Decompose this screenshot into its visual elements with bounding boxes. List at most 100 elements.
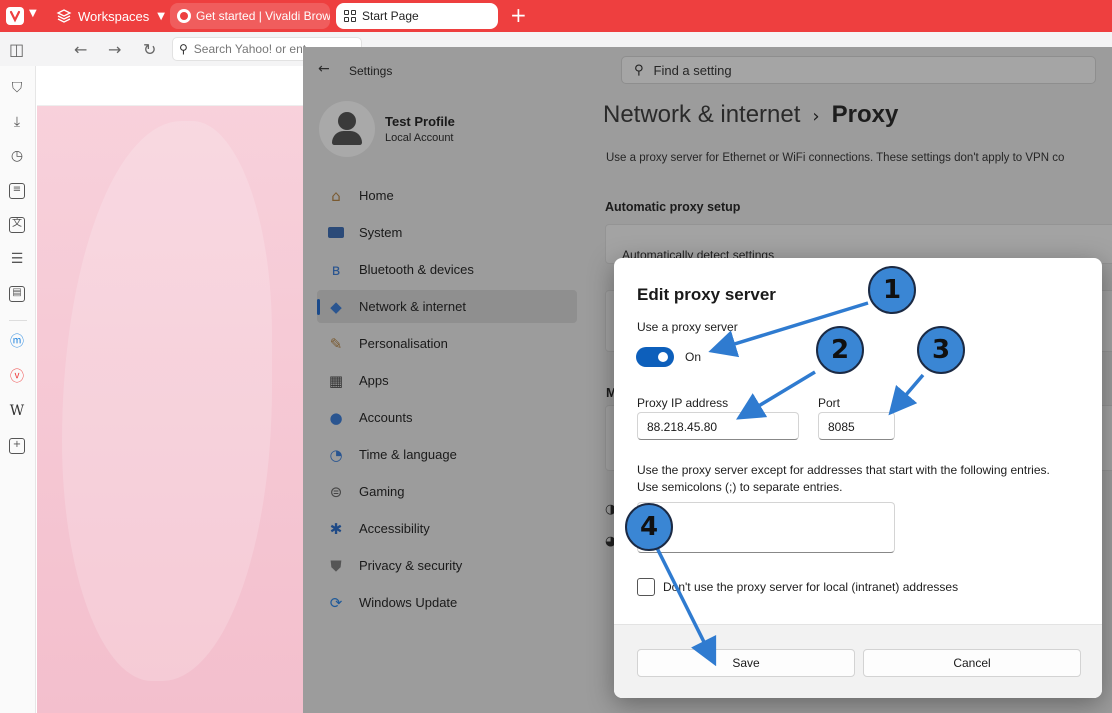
nav-item-windows-update[interactable]: ⟳ Windows Update	[317, 586, 577, 619]
monitor-icon	[327, 224, 345, 242]
exceptions-input[interactable]	[637, 502, 895, 553]
reader-icon[interactable]: ▤	[9, 286, 25, 302]
bluetooth-icon: ʙ	[331, 260, 341, 279]
start-page-icon	[344, 10, 356, 22]
nav-label: Privacy & security	[359, 558, 463, 573]
clock-globe-icon: ◔	[329, 445, 343, 464]
workspaces-icon	[56, 9, 72, 23]
back-icon[interactable]: ←	[74, 40, 87, 59]
tab-label: Start Page	[362, 9, 419, 23]
nav-item-accessibility[interactable]: ✱ Accessibility	[317, 512, 577, 545]
nav-label: Personalisation	[359, 336, 448, 351]
exceptions-description-2: Use semicolons (;) to separate entries.	[637, 480, 843, 494]
history-icon[interactable]: ◷	[9, 148, 25, 164]
vivaldi-web-panel-icon[interactable]: ⓥ	[9, 369, 25, 385]
cancel-button[interactable]: Cancel	[863, 649, 1081, 677]
page-description: Use a proxy server for Ethernet or WiFi …	[606, 152, 1065, 164]
dialog-title: Edit proxy server	[637, 285, 776, 304]
page-title: Proxy	[831, 101, 899, 128]
tab-get-started[interactable]: Get started | Vivaldi Browser	[170, 3, 330, 29]
annotation-badge-2: 2	[816, 326, 864, 374]
profile-card[interactable]: Test Profile Local Account	[319, 101, 455, 157]
tab-start-page[interactable]: Start Page	[336, 3, 498, 29]
tab-label: Get started | Vivaldi Browser	[196, 9, 330, 23]
nav-item-network[interactable]: ◆ Network & internet	[317, 290, 577, 323]
local-addresses-checkbox[interactable]	[637, 578, 655, 596]
save-button[interactable]: Save	[637, 649, 855, 677]
brush-icon: ✎	[329, 334, 343, 353]
dialog-footer: Save Cancel	[614, 624, 1102, 698]
avatar	[319, 101, 375, 157]
profile-type: Local Account	[385, 132, 454, 144]
bookmarks-icon[interactable]: ⛉	[9, 80, 25, 96]
nav-item-apps[interactable]: ▦ Apps	[317, 364, 577, 397]
port-input[interactable]: 8085	[818, 412, 895, 440]
nav-label: Accounts	[359, 410, 413, 425]
breadcrumb-separator: ›	[812, 106, 820, 127]
address-placeholder: Search Yahoo! or ent	[193, 42, 307, 56]
use-proxy-toggle[interactable]	[636, 347, 674, 367]
nav-item-time-language[interactable]: ◔ Time & language	[317, 438, 577, 471]
breadcrumb-parent[interactable]: Network & internet	[603, 101, 800, 128]
profile-name: Test Profile	[385, 114, 455, 129]
wikipedia-icon[interactable]: W	[9, 403, 25, 419]
update-icon: ⟳	[329, 593, 343, 612]
browser-tab-bar: ▼ Workspaces ▼ Get started | Vivaldi Bro…	[0, 0, 1112, 32]
accessibility-icon: ✱	[329, 519, 343, 538]
edit-proxy-dialog: Edit proxy server Use a proxy server On …	[614, 258, 1102, 698]
settings-search-input[interactable]: ⚲ Find a setting	[621, 56, 1096, 84]
reload-icon[interactable]: ↻	[143, 40, 156, 59]
nav-label: Apps	[359, 373, 389, 388]
nav-label: System	[359, 225, 403, 240]
reading-list-icon[interactable]: ☰	[9, 251, 25, 267]
nav-item-personalisation[interactable]: ✎ Personalisation	[317, 327, 577, 360]
back-arrow-icon[interactable]: ←	[318, 61, 330, 77]
nav-item-gaming[interactable]: ⊜ Gaming	[317, 475, 577, 508]
proxy-ip-input[interactable]: 88.218.45.80	[637, 412, 799, 440]
shield-icon: ⛊	[330, 556, 342, 575]
nav-item-accounts[interactable]: ● Accounts	[317, 401, 577, 434]
nav-item-system[interactable]: System	[317, 216, 577, 249]
new-tab-button[interactable]: +	[510, 3, 527, 27]
search-icon: ⚲	[179, 42, 188, 56]
nav-label: Bluetooth & devices	[359, 262, 474, 277]
local-addresses-label: Don't use the proxy server for local (in…	[663, 580, 959, 594]
nav-label: Accessibility	[359, 521, 430, 536]
forward-icon[interactable]: →	[108, 40, 121, 59]
nav-item-home[interactable]: ⌂ Home	[317, 179, 577, 212]
annotation-badge-1: 1	[868, 266, 916, 314]
nav-label: Home	[359, 188, 394, 203]
panel-divider	[9, 320, 27, 321]
vivaldi-menu-icon[interactable]	[6, 7, 24, 25]
notes-icon[interactable]: ≡	[9, 183, 25, 199]
settings-window-title: Settings	[349, 64, 393, 78]
workspaces-label: Workspaces	[78, 8, 150, 24]
proxy-ip-label: Proxy IP address	[637, 396, 729, 410]
menu-caret-icon[interactable]: ▼	[29, 8, 37, 19]
gamepad-icon: ⊜	[329, 482, 343, 501]
exceptions-description-1: Use the proxy server except for addresse…	[637, 463, 1050, 477]
wifi-icon: ◆	[330, 297, 342, 316]
search-icon: ⚲	[634, 62, 644, 78]
breadcrumb: Network & internet › Proxy	[603, 101, 898, 129]
panel-toggle-icon[interactable]: ◫	[9, 40, 24, 59]
workspaces-button[interactable]: Workspaces ▼	[56, 0, 165, 32]
search-placeholder: Find a setting	[653, 62, 732, 78]
nav-item-privacy[interactable]: ⛊ Privacy & security	[317, 549, 577, 582]
workspaces-caret-icon: ▼	[157, 10, 165, 22]
nav-label: Gaming	[359, 484, 405, 499]
background-artwork	[62, 121, 272, 681]
annotation-badge-4: 4	[625, 503, 673, 551]
nav-label: Windows Update	[359, 595, 458, 610]
nav-label: Time & language	[359, 447, 457, 462]
person-icon: ●	[329, 408, 343, 427]
nav-item-bluetooth[interactable]: ʙ Bluetooth & devices	[317, 253, 577, 286]
vivaldi-favicon-icon	[177, 9, 191, 23]
toggle-state-label: On	[685, 350, 702, 364]
mastodon-icon[interactable]: ⓜ	[9, 334, 25, 350]
nav-label: Network & internet	[359, 299, 466, 314]
downloads-icon[interactable]: ⤓	[9, 114, 25, 130]
translate-icon[interactable]: 文	[9, 217, 25, 233]
add-panel-icon[interactable]: +	[9, 438, 25, 454]
automatic-proxy-heading: Automatic proxy setup	[605, 200, 741, 214]
